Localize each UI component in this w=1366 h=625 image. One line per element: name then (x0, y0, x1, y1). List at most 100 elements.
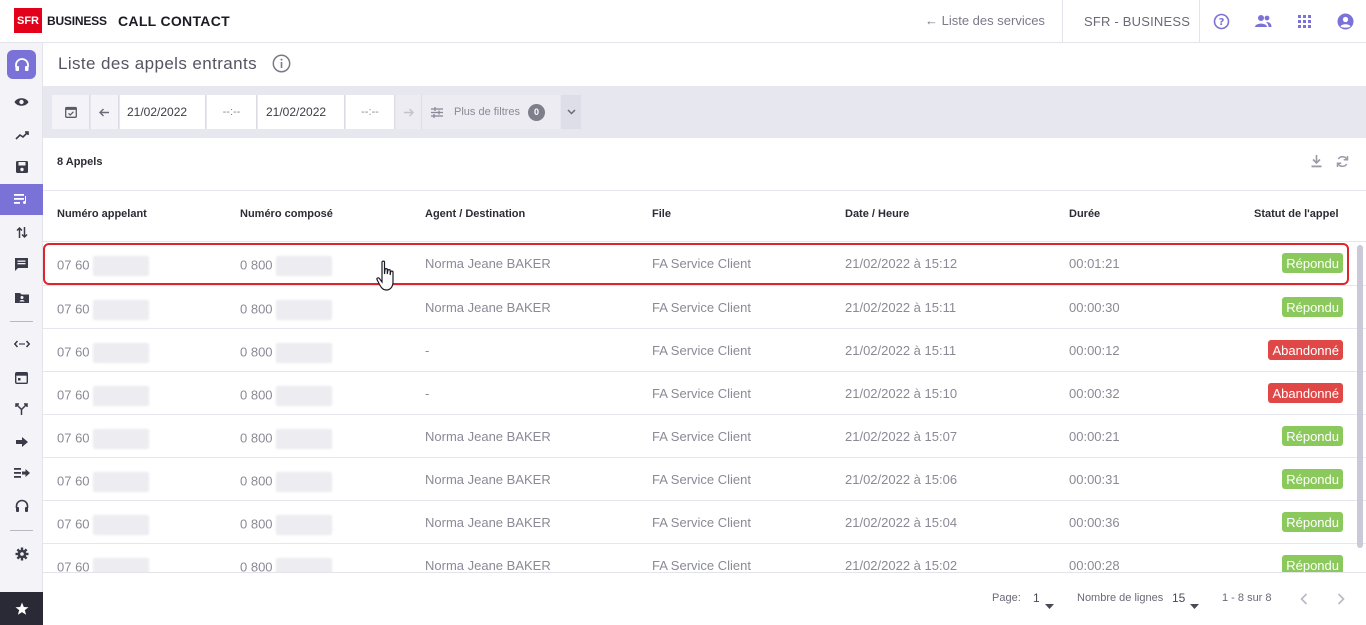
cell-duration: 00:00:32 (1069, 386, 1120, 401)
save-icon[interactable] (0, 152, 43, 182)
redacted-number (92, 300, 149, 320)
help-icon[interactable]: ? (1211, 11, 1231, 31)
refresh-icon[interactable] (1336, 155, 1349, 173)
col-header-dialed[interactable]: Numéro composé (240, 208, 333, 220)
code-arrows-icon[interactable] (0, 329, 43, 359)
table-row[interactable]: 07 60 0 800 Norma Jeane BAKER FA Service… (43, 544, 1356, 572)
account-icon[interactable] (1335, 11, 1355, 31)
gear-icon[interactable] (0, 539, 43, 569)
next-period-button[interactable] (396, 95, 422, 129)
cell-datetime: 21/02/2022 à 15:04 (845, 515, 958, 530)
col-header-queue[interactable]: File (652, 208, 671, 220)
swap-icon[interactable] (0, 217, 43, 247)
table-scrollbar[interactable] (1357, 245, 1363, 548)
chevron-down-icon[interactable] (1045, 596, 1054, 614)
tune-icon (431, 106, 443, 118)
table-row[interactable]: 07 60 0 800 Norma Jeane BAKER FA Service… (43, 458, 1356, 501)
apps-grid-icon[interactable] (1294, 11, 1314, 31)
calendar-icon[interactable] (0, 362, 43, 392)
rows-per-page-label: Nombre de lignes (1077, 592, 1164, 604)
table-row[interactable]: 07 60 0 800 Norma Jeane BAKER FA Service… (43, 501, 1356, 544)
cell-dialed: 0 800 (240, 343, 332, 363)
cell-queue: FA Service Client (652, 472, 751, 487)
cell-queue: FA Service Client (652, 386, 751, 401)
info-icon[interactable] (272, 54, 291, 78)
rows-per-page-select[interactable]: 15 (1172, 591, 1185, 605)
cell-queue: FA Service Client (652, 558, 751, 572)
chevron-down-icon (566, 109, 576, 115)
table-row[interactable]: 07 60 0 800 Norma Jeane BAKER FA Service… (43, 415, 1356, 458)
divider (43, 190, 1366, 191)
row-highlight-outline (43, 243, 1349, 285)
page-label: Page: (992, 592, 1021, 604)
col-header-duration[interactable]: Durée (1069, 208, 1100, 220)
sfr-logo: SFR (14, 8, 42, 33)
cell-dialed: 0 800 (240, 300, 332, 320)
svg-text:?: ? (1218, 17, 1224, 28)
table-footer: Page: 1 Nombre de lignes 15 1 - 8 sur 8 (43, 572, 1366, 625)
cell-datetime: 21/02/2022 à 15:06 (845, 472, 958, 487)
redacted-number (92, 343, 149, 363)
trending-icon[interactable] (0, 120, 43, 150)
divider (10, 321, 33, 322)
col-header-agent[interactable]: Agent / Destination (425, 208, 525, 220)
divider (1199, 0, 1200, 42)
headset-icon[interactable] (7, 50, 36, 79)
eye-icon[interactable] (0, 87, 43, 117)
list-arrow-icon[interactable] (0, 459, 43, 489)
cell-agent: Norma Jeane BAKER (425, 558, 551, 572)
fork-icon[interactable] (0, 394, 43, 424)
cell-duration: 00:00:21 (1069, 429, 1120, 444)
cell-dialed: 0 800 (240, 472, 332, 492)
cell-queue: FA Service Client (652, 343, 751, 358)
status-badge: Abandonné (1268, 383, 1343, 403)
end-time-input[interactable]: --:-- (346, 95, 395, 129)
cell-queue: FA Service Client (652, 429, 751, 444)
app-title: CALL CONTACT (118, 13, 230, 29)
table-row[interactable]: 07 60 0 800 - FA Service Client 21/02/20… (43, 372, 1356, 415)
divider (1062, 0, 1063, 42)
calls-count: 8 Appels (57, 156, 103, 168)
end-date-input[interactable]: 21/02/2022 (258, 95, 345, 129)
redacted-number (92, 515, 149, 535)
cell-duration: 00:00:12 (1069, 343, 1120, 358)
table-row[interactable]: 07 60 0 800 - FA Service Client 21/02/20… (43, 329, 1356, 372)
previous-period-button[interactable] (91, 95, 119, 129)
download-icon[interactable] (1311, 155, 1322, 173)
company-selector[interactable]: SFR - BUSINESS (1084, 14, 1190, 29)
hand-cursor-icon (376, 260, 398, 299)
redacted-number (275, 386, 332, 406)
arrow-right-icon[interactable] (0, 427, 43, 457)
cell-queue: FA Service Client (652, 300, 751, 315)
message-icon[interactable] (0, 249, 43, 279)
table-row[interactable]: 07 60 0 800 Norma Jeane BAKER FA Service… (43, 286, 1356, 329)
cell-datetime: 21/02/2022 à 15:10 (845, 386, 958, 401)
calendar-button[interactable] (52, 95, 90, 129)
cell-duration: 00:00:31 (1069, 472, 1120, 487)
start-date-input[interactable]: 21/02/2022 (120, 95, 206, 129)
users-icon[interactable] (1253, 11, 1273, 31)
list-icon[interactable] (0, 184, 43, 215)
col-header-datetime[interactable]: Date / Heure (845, 208, 909, 220)
services-list-link[interactable]: ← Liste des services (925, 13, 1045, 28)
next-page-icon[interactable] (1337, 592, 1345, 610)
cell-dialed: 0 800 (240, 515, 332, 535)
cell-dialed: 0 800 (240, 386, 332, 406)
star-icon[interactable] (0, 592, 43, 625)
cell-caller: 07 60 (57, 429, 149, 449)
headphones-icon[interactable] (0, 491, 43, 521)
filters-dropdown-button[interactable] (561, 95, 581, 129)
cell-agent: - (425, 386, 430, 401)
cell-queue: FA Service Client (652, 515, 751, 530)
page-select[interactable]: 1 (1033, 591, 1040, 605)
col-header-caller[interactable]: Numéro appelant (57, 208, 147, 220)
chevron-down-icon[interactable] (1190, 596, 1199, 614)
status-badge: Abandonné (1268, 340, 1343, 360)
redacted-number (275, 343, 332, 363)
folder-user-icon[interactable] (0, 282, 43, 312)
page-title: Liste des appels entrants (58, 54, 258, 73)
col-header-status[interactable]: Statut de l'appel (1254, 208, 1339, 220)
start-time-input[interactable]: --:-- (207, 95, 257, 129)
previous-page-icon[interactable] (1300, 592, 1308, 610)
more-filters-button[interactable]: Plus de filtres 0 (422, 95, 560, 129)
